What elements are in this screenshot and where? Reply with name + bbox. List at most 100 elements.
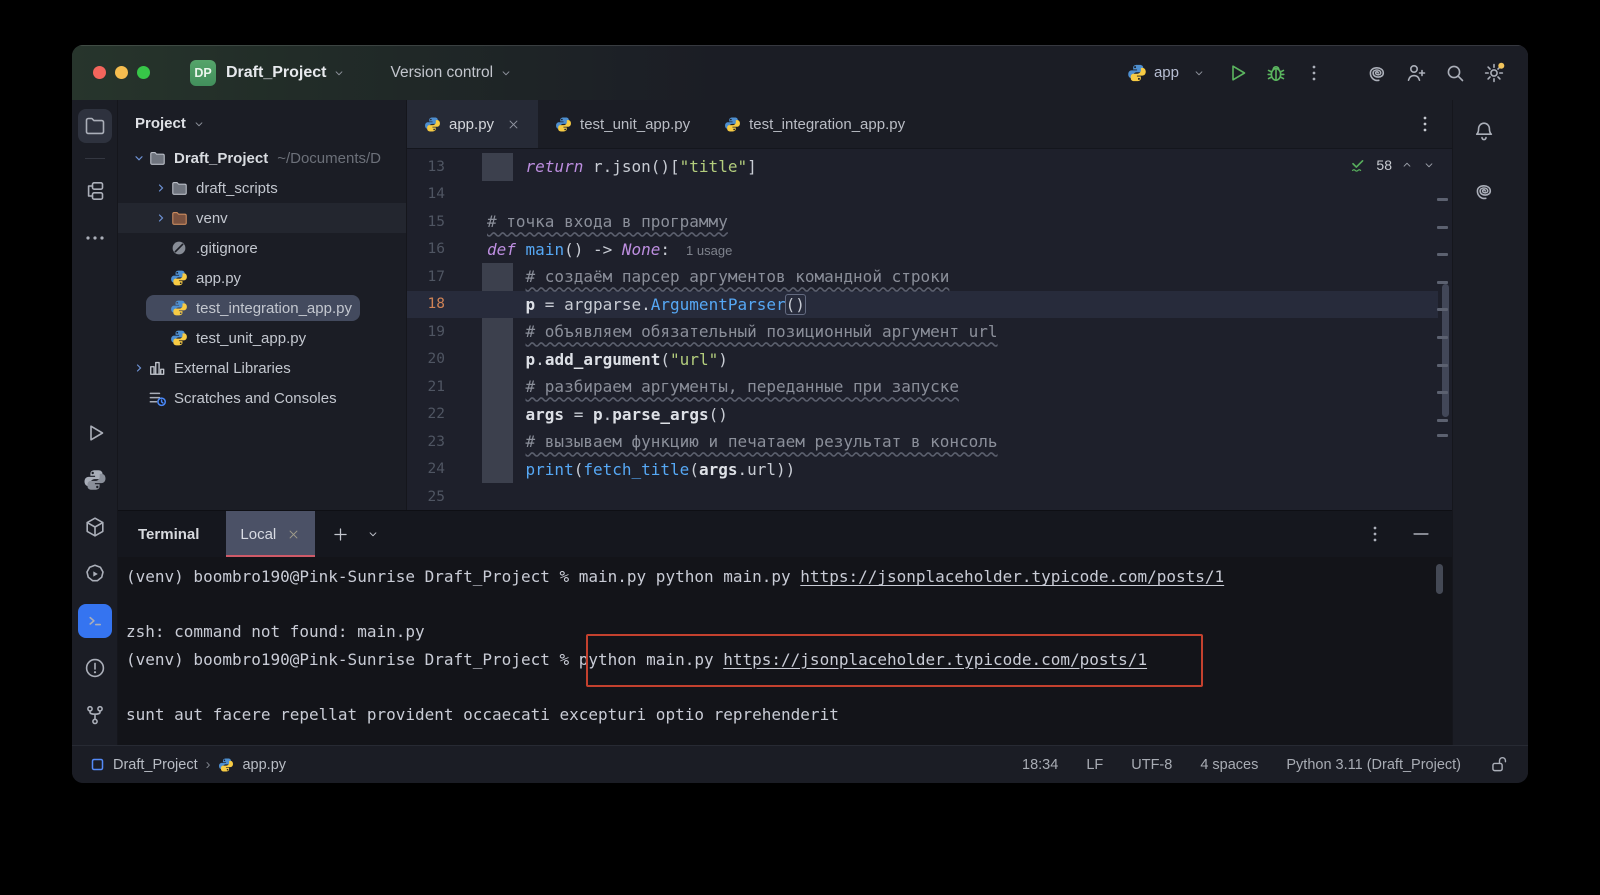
- close-icon[interactable]: [286, 527, 301, 542]
- new-terminal-button[interactable]: [331, 525, 350, 544]
- settings-icon[interactable]: [1482, 61, 1506, 85]
- tree-item-scratches-and-consoles[interactable]: Scratches and Consoles: [118, 383, 406, 413]
- more-vertical-icon[interactable]: [1364, 523, 1386, 545]
- chevron-down-icon[interactable]: [366, 527, 380, 541]
- status-item[interactable]: 18:34: [1022, 757, 1058, 773]
- add-user-icon[interactable]: [1404, 61, 1428, 85]
- breadcrumb-project[interactable]: Draft_Project: [113, 757, 198, 773]
- services-icon: [83, 562, 107, 586]
- editor-tab-test-unit-app-py[interactable]: test_unit_app.py: [538, 100, 707, 148]
- error-stripe-mark[interactable]: [1437, 434, 1448, 437]
- terminal-title[interactable]: Terminal: [138, 526, 199, 543]
- error-stripe-mark[interactable]: [1437, 308, 1448, 311]
- code-line-21[interactable]: 21 # разбираем аргументы, переданные при…: [407, 373, 1452, 401]
- sidebar-item-notifications[interactable]: [1467, 114, 1501, 148]
- more-vertical-icon[interactable]: [1303, 62, 1325, 84]
- code-line-13[interactable]: 13 return r.json()["title"]: [407, 153, 1452, 181]
- editor-tab-bar: app.pytest_unit_app.pytest_integration_a…: [407, 100, 1452, 149]
- terminal-text: (venv) boombro190@Pink-Sunrise Draft_Pro…: [126, 567, 800, 586]
- sidebar-item-structure[interactable]: [78, 174, 112, 208]
- tree-item--gitignore[interactable]: .gitignore: [118, 233, 406, 263]
- more-vertical-icon[interactable]: [1414, 100, 1436, 148]
- error-stripe-mark[interactable]: [1437, 198, 1448, 201]
- error-stripe-mark[interactable]: [1437, 253, 1448, 256]
- chevron-right-icon[interactable]: [152, 182, 169, 194]
- status-item[interactable]: 4 spaces: [1200, 757, 1258, 773]
- chevron-down-icon[interactable]: [1422, 158, 1436, 172]
- error-stripe-mark[interactable]: [1437, 391, 1448, 394]
- chevron-down-icon[interactable]: [130, 152, 147, 164]
- search-icon[interactable]: [1443, 61, 1467, 85]
- code-line-22[interactable]: 22 args = p.parse_args(): [407, 401, 1452, 429]
- code-line-15[interactable]: 15# точка входа в программу: [407, 208, 1452, 236]
- sidebar-item-python-console[interactable]: [78, 369, 112, 403]
- usages-inlay-hint[interactable]: 1 usage: [686, 243, 732, 258]
- chevron-up-icon[interactable]: [1400, 158, 1414, 172]
- sidebar-item-ai-assistant[interactable]: [1467, 174, 1501, 208]
- sidebar-item-terminal[interactable]: [78, 604, 112, 638]
- tree-item-venv[interactable]: venv: [118, 203, 406, 233]
- code-line-14[interactable]: 14: [407, 181, 1452, 209]
- tree-item-app-py[interactable]: app.py: [118, 263, 406, 293]
- code-line-19[interactable]: 19 # объявляем обязательный позиционный …: [407, 318, 1452, 346]
- version-control-menu[interactable]: Version control: [390, 64, 493, 82]
- project-name-menu[interactable]: Draft_Project: [226, 64, 326, 82]
- tree-item-test-integration-app-py[interactable]: test_integration_app.py: [118, 293, 406, 323]
- error-stripe-mark[interactable]: [1437, 336, 1448, 339]
- line-number: 16: [407, 241, 445, 257]
- code-line-18[interactable]: 18 p = argparse.ArgumentParser(): [407, 291, 1452, 319]
- inspections-widget[interactable]: 58: [1348, 155, 1436, 175]
- hide-panel-button[interactable]: [1410, 523, 1432, 545]
- run-configuration-selector[interactable]: app: [1127, 63, 1206, 83]
- minimize-window-button[interactable]: [115, 66, 128, 79]
- fullscreen-window-button[interactable]: [137, 66, 150, 79]
- sidebar-item-problems[interactable]: [78, 651, 112, 685]
- editor-tab-test-integration-app-py[interactable]: test_integration_app.py: [707, 100, 922, 148]
- code-line-16[interactable]: 16def main() -> None:1 usage: [407, 236, 1452, 264]
- error-stripe-mark[interactable]: [1437, 226, 1448, 229]
- status-item[interactable]: LF: [1086, 757, 1103, 773]
- project-panel-title[interactable]: Project: [135, 115, 186, 132]
- close-icon[interactable]: [506, 117, 521, 132]
- code-line-23[interactable]: 23 # вызываем функцию и печатаем результ…: [407, 428, 1452, 456]
- code-line-24[interactable]: 24 print(fetch_title(args.url)): [407, 456, 1452, 484]
- line-number: 21: [407, 379, 445, 395]
- unlock-icon[interactable]: [1489, 754, 1510, 775]
- code-editor[interactable]: 13 return r.json()["title"]1415# точка в…: [407, 149, 1452, 510]
- editor-tab-app-py[interactable]: app.py: [407, 100, 538, 148]
- sidebar-item-more-tool-windows[interactable]: [78, 221, 112, 255]
- terminal-tab-local[interactable]: Local: [226, 511, 315, 557]
- terminal-output[interactable]: (venv) boombro190@Pink-Sunrise Draft_Pro…: [118, 557, 1452, 745]
- terminal-line: sunt aut facere repellat provident occae…: [126, 701, 1452, 729]
- sidebar-item-run[interactable]: [78, 416, 112, 450]
- error-stripe-mark[interactable]: [1437, 419, 1448, 422]
- editor-scrollbar[interactable]: [1442, 284, 1449, 417]
- breadcrumb-file[interactable]: app.py: [242, 757, 286, 773]
- tree-item-test-unit-app-py[interactable]: test_unit_app.py: [118, 323, 406, 353]
- sidebar-item-services[interactable]: [78, 557, 112, 591]
- sidebar-item-dependencies[interactable]: [78, 510, 112, 544]
- close-window-button[interactable]: [93, 66, 106, 79]
- code-line-20[interactable]: 20 p.add_argument("url"): [407, 346, 1452, 374]
- sidebar-item-python-packages[interactable]: [78, 463, 112, 497]
- status-item[interactable]: UTF-8: [1131, 757, 1172, 773]
- terminal-scrollbar[interactable]: [1436, 564, 1443, 594]
- code-line-25[interactable]: 25: [407, 483, 1452, 510]
- breadcrumb[interactable]: Draft_Project › app.py: [90, 757, 286, 773]
- sidebar-item-project[interactable]: [78, 109, 112, 143]
- code-line-17[interactable]: 17 # создаём парсер аргументов командной…: [407, 263, 1452, 291]
- debug-button[interactable]: [1264, 61, 1288, 85]
- terminal-url-link[interactable]: https://jsonplaceholder.typicode.com/pos…: [800, 567, 1224, 586]
- error-stripe-mark[interactable]: [1437, 281, 1448, 284]
- tree-item-draft-project[interactable]: Draft_Project~/Documents/D: [118, 143, 406, 173]
- sidebar-item-version-control[interactable]: [78, 698, 112, 732]
- ai-assistant-icon[interactable]: [1365, 61, 1389, 85]
- run-button[interactable]: [1225, 61, 1249, 85]
- chevron-right-icon[interactable]: [130, 362, 147, 374]
- error-stripe-mark[interactable]: [1437, 364, 1448, 367]
- tree-item-external-libraries[interactable]: External Libraries: [118, 353, 406, 383]
- tree-item-draft-scripts[interactable]: draft_scripts: [118, 173, 406, 203]
- status-item[interactable]: Python 3.11 (Draft_Project): [1286, 757, 1461, 773]
- project-avatar[interactable]: DP: [190, 60, 216, 86]
- chevron-right-icon[interactable]: [152, 212, 169, 224]
